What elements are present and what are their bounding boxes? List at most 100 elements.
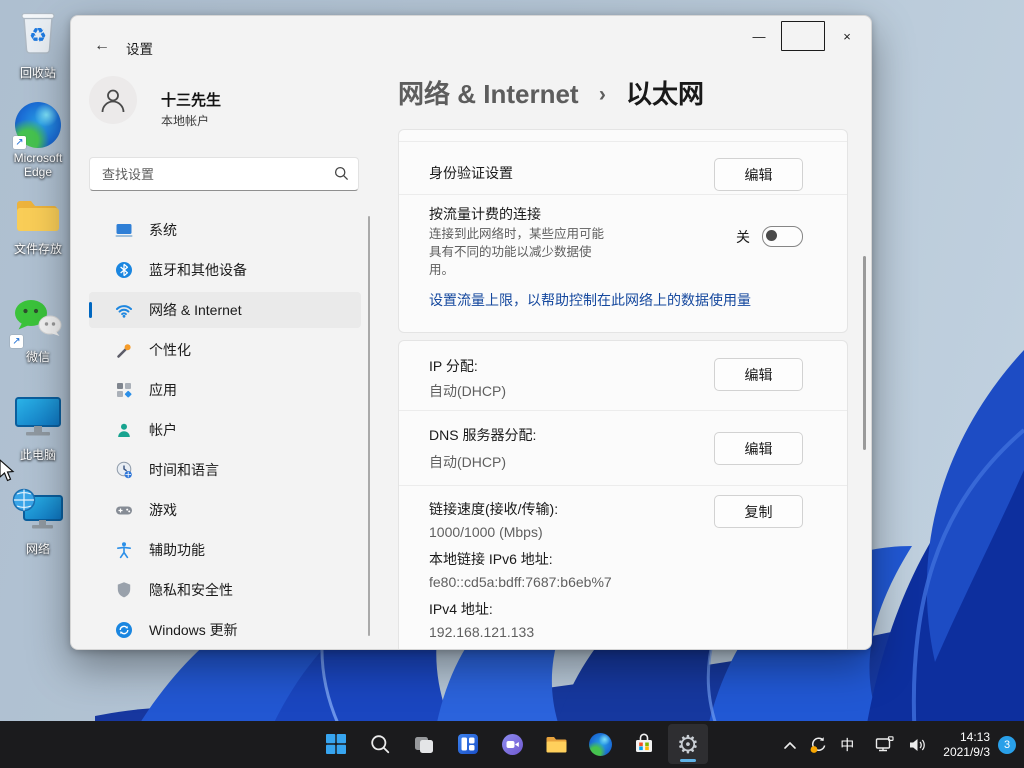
volume-tray-icon[interactable] — [901, 725, 933, 765]
maximize-button[interactable] — [781, 21, 825, 51]
sidebar-item-label: 帐户 — [149, 422, 177, 438]
ip-assignment-value: 自动(DHCP) — [429, 383, 506, 399]
network-places-icon — [12, 488, 64, 539]
desktop-icon-recycle-bin[interactable]: ♻ 回收站 — [1, 8, 75, 80]
this-pc-icon — [13, 396, 63, 445]
desktop-icon-label: 回收站 — [19, 66, 56, 80]
task-view-button[interactable] — [404, 724, 444, 764]
shortcut-arrow-icon: ↗ — [13, 136, 26, 149]
data-limit-link[interactable]: 设置流量上限，以帮助控制在此网络上的数据使用量 — [429, 290, 751, 310]
store-icon — [636, 733, 652, 752]
desktop-icon-edge[interactable]: ↗ Microsoft Edge — [1, 102, 75, 179]
sidebar-item-windows-update[interactable]: Windows 更新 — [89, 612, 361, 648]
chat-button[interactable] — [492, 724, 532, 764]
sidebar-item-label: 个性化 — [149, 342, 191, 358]
sidebar-scrollbar[interactable] — [368, 216, 370, 636]
system-icon — [115, 221, 133, 239]
desktop-icon-this-pc[interactable]: 此电脑 — [1, 396, 75, 462]
desktop-icon-label: 网络 — [25, 542, 50, 556]
sidebar-item-system[interactable]: 系统 — [89, 212, 361, 248]
desktop-icon-network[interactable]: 网络 — [1, 488, 75, 556]
content-scrollbar[interactable] — [863, 256, 866, 450]
sidebar-item-label: Windows 更新 — [149, 622, 238, 638]
taskbar-center-icons: ⚙ — [316, 724, 708, 764]
sidebar-item-personalization[interactable]: 个性化 — [89, 332, 361, 368]
sidebar-item-network-internet[interactable]: 网络 & Internet — [89, 292, 361, 328]
person-icon — [101, 89, 125, 113]
sidebar-item-bluetooth-devices[interactable]: 蓝牙和其他设备 — [89, 252, 361, 288]
gaming-icon — [115, 501, 133, 519]
ipv6-label: 本地链接 IPv6 地址: — [429, 551, 553, 567]
chevron-up-icon — [784, 741, 797, 749]
sidebar-item-label: 隐私和安全性 — [149, 582, 233, 598]
ethernet-card-top: 身份验证设置 编辑 按流量计费的连接 连接到此网络时，某些应用可能 具有不同的功… — [398, 129, 848, 333]
update-arrow-icon — [810, 736, 826, 753]
search-taskbar-button[interactable] — [360, 724, 400, 764]
dns-assignment-label: DNS 服务器分配: — [429, 427, 537, 443]
sidebar-item-apps[interactable]: 应用 — [89, 372, 361, 408]
speaker-icon — [909, 738, 925, 751]
row-divider — [399, 141, 847, 142]
settings-window: ← 设置 — × 十三先生 本地帐户 查找设置 系统 蓝牙和其他设备 网络 & … — [70, 15, 872, 650]
notification-badge[interactable]: 3 — [998, 735, 1016, 754]
sidebar-item-privacy-security[interactable]: 隐私和安全性 — [89, 572, 361, 608]
sidebar-item-label: 时间和语言 — [149, 462, 219, 478]
apps-icon — [115, 381, 133, 399]
sidebar-item-gaming[interactable]: 游戏 — [89, 492, 361, 528]
sidebar-item-accessibility[interactable]: 辅助功能 — [89, 532, 361, 568]
row-divider — [399, 410, 847, 411]
desktop: ♻ 回收站 ↗ Microsoft Edge 文件存放 ↗ 微信 此电脑 网络 … — [0, 0, 1024, 768]
search-input[interactable] — [90, 158, 358, 190]
row-divider — [399, 485, 847, 486]
sidebar-item-time-language[interactable]: 时间和语言 — [89, 452, 361, 488]
file-explorer-button[interactable] — [536, 724, 576, 764]
metered-connection-label: 按流量计费的连接 — [429, 206, 541, 222]
desktop-icon-wechat[interactable]: ↗ 微信 — [1, 298, 75, 364]
account-type: 本地帐户 — [161, 114, 210, 128]
copy-button[interactable]: 复制 — [714, 495, 803, 528]
accessibility-icon — [115, 541, 133, 559]
metered-connection-description: 连接到此网络时，某些应用可能 具有不同的功能以减少数据使 用。 — [429, 227, 605, 277]
bluetooth-icon — [115, 261, 133, 279]
authentication-label: 身份验证设置 — [429, 165, 513, 181]
ip-assignment-label: IP 分配: — [429, 358, 478, 374]
desktop-icon-file-storage[interactable]: 文件存放 — [1, 196, 75, 256]
widgets-button[interactable] — [448, 724, 488, 764]
ime-indicator[interactable]: 中 — [833, 725, 861, 765]
dns-edit-button[interactable]: 编辑 — [714, 432, 803, 465]
desktop-icon-label: 微信 — [25, 350, 50, 364]
toggle-state-label: 关 — [736, 228, 750, 245]
edge-taskbar-button[interactable] — [580, 724, 620, 764]
search-box — [89, 157, 359, 191]
minimize-button[interactable]: — — [737, 22, 781, 50]
back-button[interactable]: ← — [87, 32, 117, 60]
gear-icon: ⚙ — [676, 729, 700, 759]
sidebar-item-accounts[interactable]: 帐户 — [89, 412, 361, 448]
hidden-icons-chevron[interactable] — [777, 725, 803, 765]
clock[interactable]: 14:13 2021/9/3 — [943, 730, 990, 760]
ipv4-value: 192.168.121.133 — [429, 624, 535, 640]
metered-connection-toggle[interactable] — [762, 226, 803, 247]
start-button[interactable] — [316, 724, 356, 764]
breadcrumb-parent[interactable]: 网络 & Internet — [398, 79, 579, 109]
link-speed-value: 1000/1000 (Mbps) — [429, 524, 543, 540]
wechat-icon: ↗ — [10, 298, 64, 348]
dns-assignment-value: 自动(DHCP) — [429, 454, 506, 470]
ipv4-label: IPv4 地址: — [429, 601, 493, 617]
personalization-icon — [115, 341, 133, 359]
update-pending-tray-icon[interactable] — [803, 725, 833, 765]
recycle-bin-icon: ♻ — [15, 8, 61, 63]
network-tray-icon[interactable] — [869, 725, 901, 765]
avatar[interactable] — [89, 76, 137, 124]
settings-taskbar-button[interactable]: ⚙ — [668, 724, 708, 764]
ip-edit-button[interactable]: 编辑 — [714, 358, 803, 391]
system-tray: 中 14:13 2021/9/3 3 — [777, 721, 1020, 768]
breadcrumb-current: 以太网 — [626, 79, 705, 109]
user-name: 十三先生 — [161, 92, 222, 109]
close-button[interactable]: × — [825, 22, 869, 50]
mouse-cursor — [0, 459, 15, 482]
microsoft-store-button[interactable] — [624, 724, 664, 764]
chevron-right-icon: › — [598, 83, 606, 106]
task-view-icon — [415, 737, 433, 753]
authentication-edit-button[interactable]: 编辑 — [714, 158, 803, 191]
